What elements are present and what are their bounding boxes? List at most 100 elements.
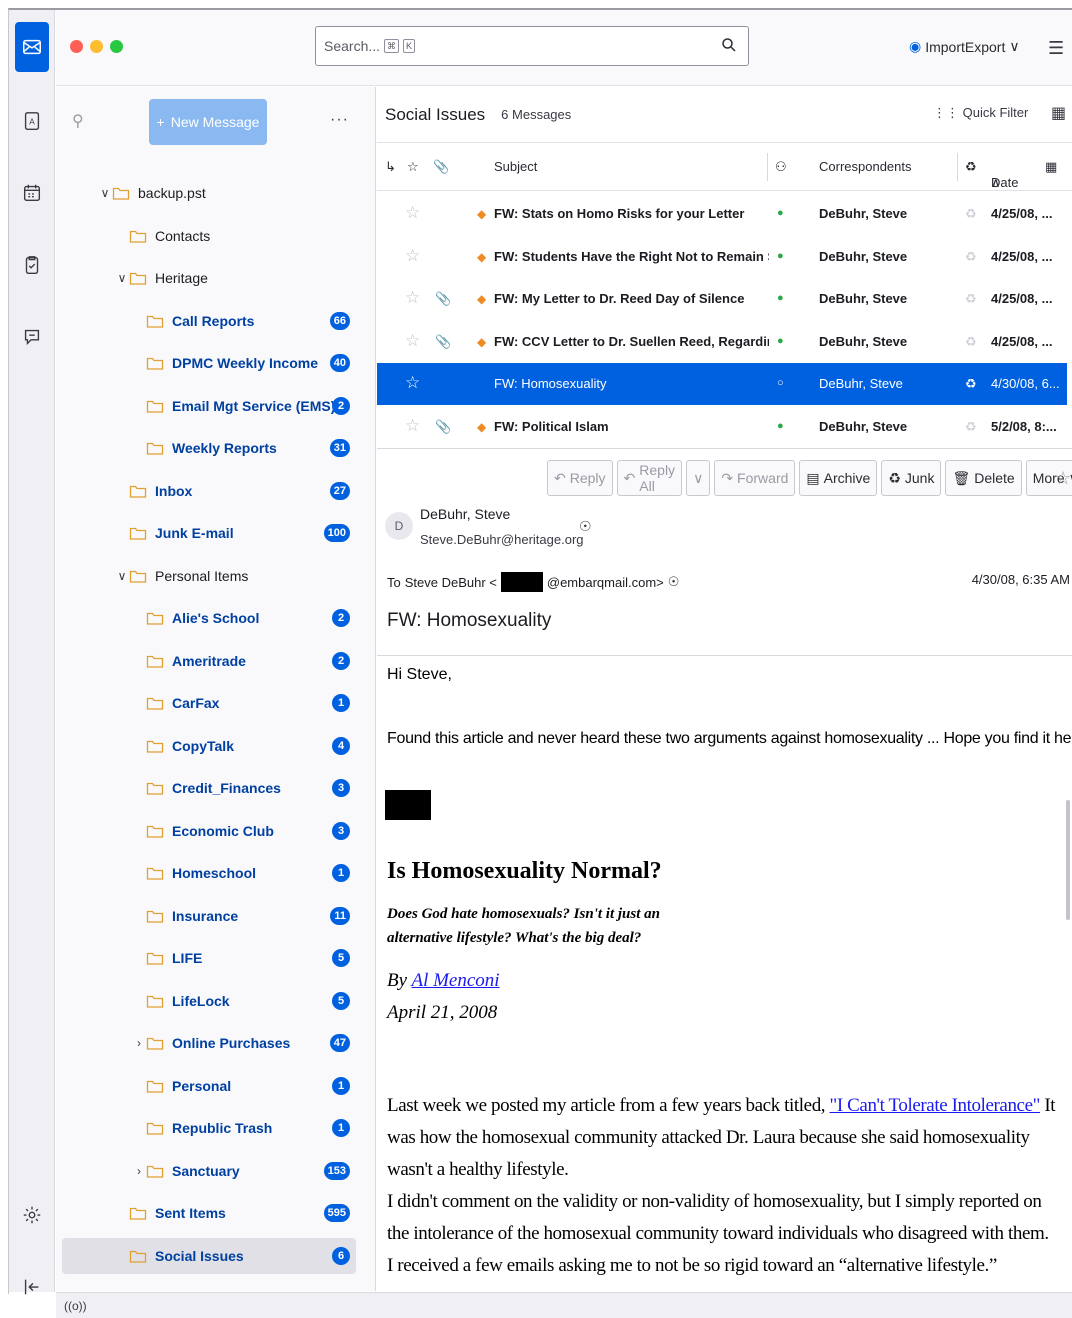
junk-status-icon[interactable]: ♻ [965, 291, 977, 307]
message-row[interactable]: ☆ ◆ FW: Stats on Homo Risks for your Lette… [377, 193, 1067, 235]
folder-item[interactable]: Junk E-mail 100 [56, 515, 356, 551]
delete-button[interactable]: 🗑 Delete [945, 460, 1022, 496]
junk-status-icon[interactable]: ♻ [965, 249, 977, 265]
article-link[interactable]: "I Can't Tolerate Intolerance" [830, 1095, 1041, 1116]
junk-status-icon[interactable]: ♻ [965, 334, 977, 350]
reply-all-button[interactable]: ↶ Reply All [616, 460, 683, 496]
folder-item[interactable]: Social Issues 6 [62, 1237, 356, 1274]
reply-button[interactable]: ↶ Reply [547, 460, 613, 496]
threads-column-icon[interactable]: ↳ [385, 159, 396, 175]
expand-chevron-icon[interactable]: ∨ [115, 569, 129, 583]
folder-item[interactable]: CarFax 1 [56, 685, 356, 721]
reply-all-dropdown[interactable]: ∨ [686, 460, 711, 496]
star-toggle-icon[interactable]: ☆ [405, 246, 420, 266]
recipient-name[interactable]: Steve DeBuhr < [405, 575, 497, 590]
message-scrollbar[interactable] [1066, 800, 1070, 920]
attachment-column-icon[interactable]: 📎 [433, 159, 449, 175]
chat-icon[interactable] [17, 322, 47, 352]
spam-column-icon[interactable]: ⚇ [775, 159, 787, 175]
mail-space-icon[interactable] [15, 22, 49, 72]
recipient-domain[interactable]: @embarqmail.com> [547, 575, 664, 590]
global-search-input[interactable]: Search... ⌘ K [315, 26, 749, 66]
zoom-window-button[interactable] [110, 40, 123, 53]
junk-button[interactable]: ♻ Junk [881, 460, 942, 496]
minimize-window-button[interactable] [90, 40, 103, 53]
message-row[interactable]: ☆ 📎 ◆ FW: My Letter to Dr. Reed Day of Sile… [377, 278, 1067, 320]
app-menu-icon[interactable]: ☰ [1048, 38, 1064, 59]
star-toggle-icon[interactable]: ☆ [405, 203, 420, 223]
folder-item[interactable]: Alie's School 2 [56, 600, 356, 636]
folder-item[interactable]: Ameritrade 2 [56, 643, 356, 679]
folder-item[interactable]: Economic Club 3 [56, 813, 356, 849]
column-separator[interactable] [767, 153, 768, 181]
folder-item[interactable]: Contacts [56, 218, 356, 254]
close-window-button[interactable] [70, 40, 83, 53]
author-link[interactable]: Al Menconi [411, 970, 499, 991]
column-separator[interactable] [957, 153, 958, 181]
quick-filter-button[interactable]: ⋮⋮ Quick Filter [933, 105, 1028, 121]
folder-item[interactable]: Inbox 27 [56, 473, 356, 509]
folder-item[interactable]: ∨ Heritage [56, 260, 356, 296]
star-column-icon[interactable]: ☆ [407, 159, 419, 175]
folder-item[interactable]: CopyTalk 4 [56, 728, 356, 764]
account-menu[interactable]: ◉ ImportExport ∨ [909, 38, 1020, 55]
folder-pane-more-icon[interactable]: ··· [330, 111, 349, 129]
archive-button[interactable]: ▤ Archive [799, 460, 878, 496]
folder-item[interactable]: Credit_Finances 3 [56, 770, 356, 806]
folder-item[interactable]: ∨ Personal Items [56, 558, 356, 594]
message-row[interactable]: ☆ ◆ FW: Students Have the Right Not to Rem… [377, 236, 1067, 278]
message-row[interactable]: ☆ 📎 ◆ FW: CCV Letter to Dr. Suellen Reed, R… [377, 321, 1067, 363]
settings-gear-icon[interactable] [17, 1200, 47, 1230]
address-book-icon[interactable]: A [17, 106, 47, 136]
folder-item[interactable]: Insurance 11 [56, 898, 356, 934]
subject-column[interactable]: Subject [494, 159, 537, 174]
pin-icon[interactable]: ⚲ [72, 111, 84, 131]
folder-item[interactable]: Email Mgt Service (EMS) 2 [56, 388, 356, 424]
expand-chevron-icon[interactable]: › [132, 1164, 146, 1178]
folder-item[interactable]: › Sanctuary 153 [56, 1153, 356, 1189]
junk-status-icon[interactable]: ♻ [965, 206, 977, 222]
read-status-icon[interactable]: ● [777, 420, 784, 432]
correspondents-column[interactable]: Correspondents [819, 159, 912, 174]
folder-item[interactable]: Call Reports 66 [56, 303, 356, 339]
add-contact-icon[interactable]: ☉ [579, 518, 592, 535]
folder-item[interactable]: ∨ backup.pst [56, 175, 356, 211]
expand-chevron-icon[interactable]: ∨ [115, 271, 129, 285]
star-toggle-icon[interactable]: ☆ [405, 288, 420, 308]
junk-status-icon[interactable]: ♻ [965, 419, 977, 435]
column-picker-icon[interactable]: ▦ [1045, 159, 1057, 175]
new-message-button[interactable]: + New Message [149, 99, 267, 145]
message-row[interactable]: ☆ FW: Homosexuality ○ DeBuhr, Steve ♻ 4/30/08… [377, 363, 1067, 405]
sender-name[interactable]: DeBuhr, Steve [420, 506, 510, 522]
read-status-icon[interactable]: ● [777, 335, 784, 347]
calendar-icon[interactable] [17, 178, 47, 208]
forward-button[interactable]: ↷ Forward [714, 460, 796, 496]
sender-address[interactable]: Steve.DeBuhr@heritage.org [420, 532, 584, 547]
folder-item[interactable]: LifeLock 5 [56, 983, 356, 1019]
junk-column-icon[interactable]: ♻ [965, 159, 977, 175]
star-toggle-icon[interactable]: ☆ [405, 331, 420, 351]
folder-item[interactable]: DPMC Weekly Income 40 [56, 345, 356, 381]
tasks-icon[interactable] [17, 250, 47, 280]
folder-item[interactable]: LIFE 5 [56, 940, 356, 976]
read-status-icon[interactable]: ● [777, 250, 784, 262]
read-status-icon[interactable]: ● [777, 207, 784, 219]
folder-item[interactable]: › Online Purchases 47 [56, 1025, 356, 1061]
read-status-icon[interactable]: ○ [777, 377, 784, 389]
folder-item[interactable]: Personal 1 [56, 1068, 356, 1104]
add-contact-icon[interactable]: ☉ [668, 574, 680, 590]
expand-chevron-icon[interactable]: ∨ [98, 186, 112, 200]
star-toggle-icon[interactable]: ☆ [405, 373, 420, 393]
folder-item[interactable]: Weekly Reports 31 [56, 430, 356, 466]
star-toggle-icon[interactable]: ☆ [405, 416, 420, 436]
folder-item[interactable]: Homeschool 1 [56, 855, 356, 891]
display-options-icon[interactable]: ▦ [1051, 103, 1066, 123]
read-status-icon[interactable]: ● [777, 292, 784, 304]
message-row[interactable]: ☆ 📎 ◆ FW: Political Islam ● DeBuhr, Steve ♻ 5/2… [377, 406, 1067, 448]
junk-status-icon[interactable]: ♻ [965, 376, 977, 392]
expand-chevron-icon[interactable]: › [132, 1036, 146, 1050]
online-status-icon[interactable]: ((o)) [64, 1299, 87, 1313]
folder-item[interactable]: Sent Items 595 [56, 1195, 356, 1231]
message-star-icon[interactable]: ☆ [1055, 468, 1071, 489]
collapse-toolbar-icon[interactable] [17, 1272, 47, 1302]
